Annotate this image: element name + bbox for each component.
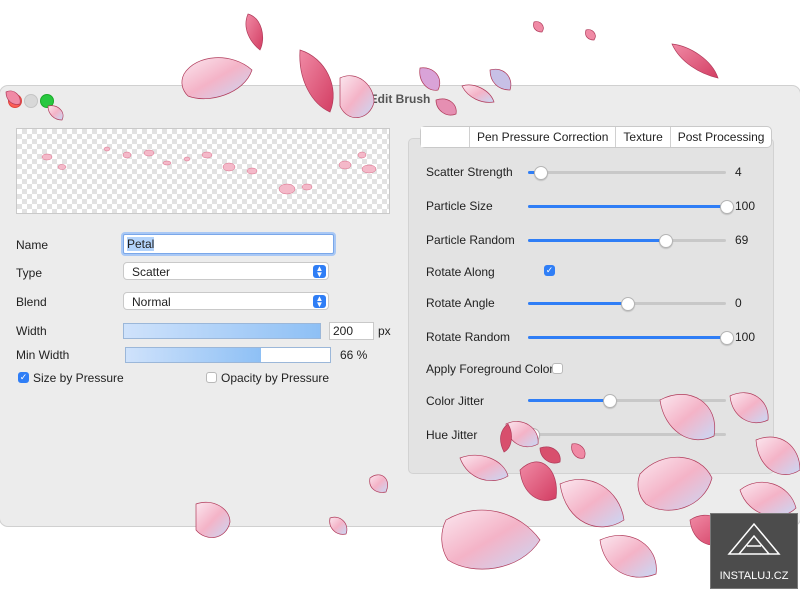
min-width-slider[interactable]	[125, 347, 331, 363]
scatter-strength-value: 4	[735, 165, 742, 179]
chevron-updown-icon: ▲ ▼	[313, 295, 326, 309]
rotate-angle-value: 0	[735, 296, 742, 310]
tab-brush[interactable]	[421, 127, 470, 147]
min-width-slider-fill	[126, 348, 261, 362]
scatter-strength-slider[interactable]	[528, 166, 726, 180]
blend-select[interactable]: Normal ▲ ▼	[123, 292, 329, 310]
apply-foreground-color-label: Apply Foreground Color	[426, 362, 554, 376]
preview-strokes	[41, 146, 377, 195]
slider-fill	[528, 205, 726, 208]
name-field[interactable]: Petal	[123, 234, 334, 254]
apply-foreground-color-checkbox[interactable]	[552, 363, 563, 374]
watermark-logo: INSTALUJ.CZ	[710, 513, 798, 589]
rotate-angle-label: Rotate Angle	[426, 296, 495, 310]
type-label: Type	[16, 266, 43, 280]
rotate-angle-slider[interactable]	[528, 297, 726, 311]
min-width-label: Min Width	[16, 348, 70, 362]
rotate-random-label: Rotate Random	[426, 330, 511, 344]
min-width-value: 66 %	[340, 348, 368, 362]
rotate-random-slider[interactable]	[528, 331, 734, 345]
tab-texture[interactable]: Texture	[616, 127, 671, 147]
particle-size-label: Particle Size	[426, 199, 493, 213]
slider-knob[interactable]	[658, 234, 673, 248]
type-select[interactable]: Scatter ▲ ▼	[123, 262, 329, 280]
watermark-text: INSTALUJ.CZ	[719, 570, 789, 582]
slider-knob[interactable]	[720, 200, 734, 214]
name-value: Petal	[127, 237, 155, 251]
slider-knob[interactable]	[525, 428, 540, 442]
rotate-along-checkbox[interactable]: ✓	[544, 265, 555, 276]
width-slider-fill	[124, 324, 320, 338]
tab-post-processing[interactable]: Post Processing	[671, 127, 772, 147]
rotate-along-label: Rotate Along	[426, 265, 495, 279]
hue-jitter-slider[interactable]	[525, 428, 726, 442]
width-label: Width	[16, 324, 47, 338]
width-unit: px	[378, 324, 391, 338]
slider-fill	[528, 239, 665, 242]
blend-label: Blend	[16, 295, 47, 309]
slider-fill	[528, 399, 610, 402]
opacity-by-pressure-label: Opacity by Pressure	[221, 371, 330, 385]
hue-jitter-label: Hue Jitter	[426, 428, 478, 442]
slider-knob[interactable]	[621, 297, 635, 311]
watermark-emblem-icon	[727, 522, 781, 555]
slider-knob[interactable]	[720, 331, 734, 345]
rotate-random-value: 100	[735, 330, 756, 344]
slider-fill	[528, 302, 627, 305]
window-title: Edit Brush	[369, 92, 431, 106]
scatter-strength-label: Scatter Strength	[426, 165, 513, 179]
particle-size-slider[interactable]	[528, 200, 734, 214]
chevron-updown-icon: ▲ ▼	[313, 265, 326, 279]
slider-knob[interactable]	[533, 166, 548, 180]
particle-random-slider[interactable]	[528, 234, 726, 248]
type-value: Scatter	[132, 265, 171, 279]
opacity-by-pressure-checkbox[interactable]	[206, 372, 217, 383]
width-input[interactable]: 200	[329, 322, 374, 340]
edit-brush-window: Edit Brush Name Petal Type Scatter ▲ ▼ Bl…	[0, 86, 800, 526]
tab-bar: Pen Pressure Correction Texture Post Pro…	[420, 126, 773, 148]
particle-random-value: 69	[735, 233, 749, 247]
size-by-pressure-label: Size by Pressure	[33, 371, 124, 385]
width-slider[interactable]	[123, 323, 321, 339]
color-jitter-slider[interactable]	[528, 394, 726, 408]
particle-size-value: 100	[735, 199, 756, 213]
slider-fill	[528, 336, 726, 339]
name-label: Name	[16, 238, 49, 252]
tab-pen-pressure-correction[interactable]: Pen Pressure Correction	[470, 127, 617, 147]
size-by-pressure-checkbox[interactable]: ✓	[18, 372, 29, 383]
brush-preview	[16, 128, 390, 214]
color-jitter-label: Color Jitter	[426, 394, 485, 408]
blend-value: Normal	[132, 295, 171, 309]
particle-random-label: Particle Random	[426, 233, 515, 247]
